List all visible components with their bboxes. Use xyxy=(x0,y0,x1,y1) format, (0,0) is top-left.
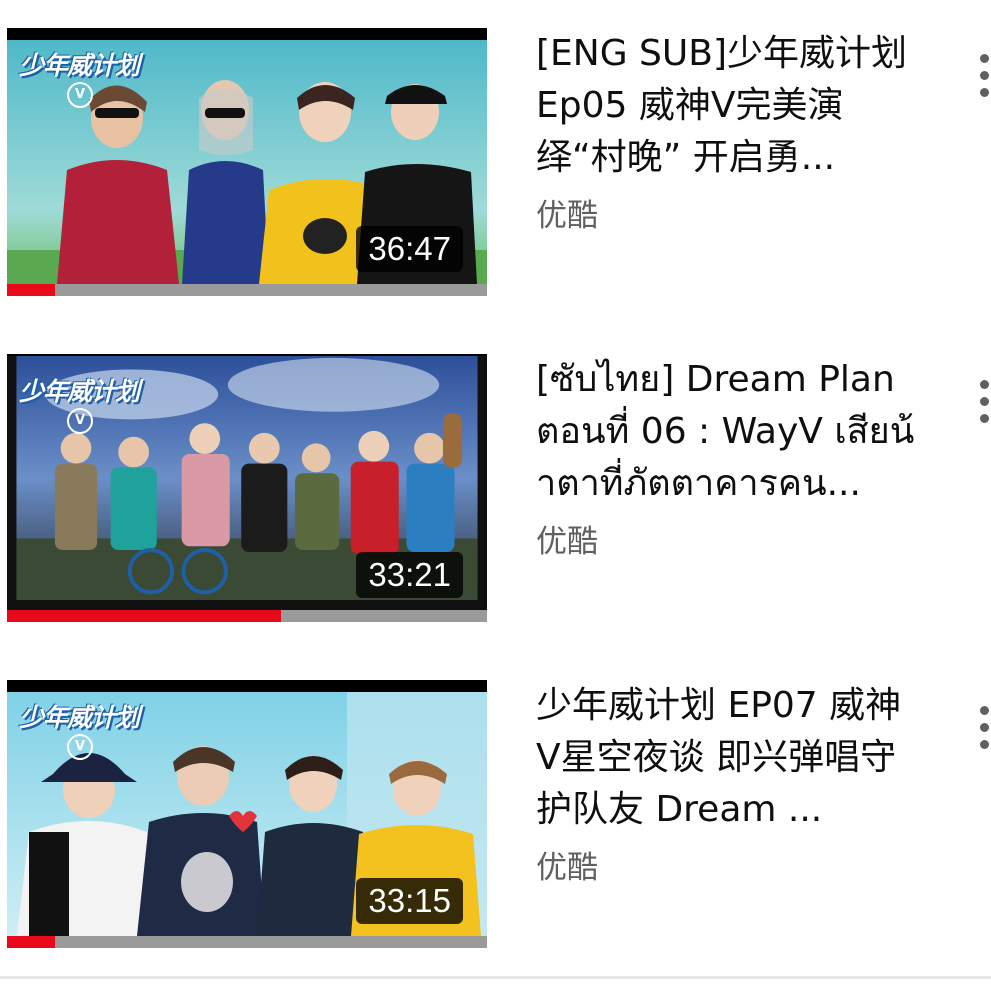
video-info[interactable]: [ซับไทย] Dream Plan ตอนที่ 06 : WayV เสี… xyxy=(536,354,916,562)
menu-dot xyxy=(980,723,989,732)
more-vert-icon[interactable] xyxy=(972,372,991,432)
video-item[interactable]: 少年威计划 V 36:47 [ENG SUB]少年威计划 Ep05 威神V完美演… xyxy=(0,28,991,328)
watch-progress-fill xyxy=(7,936,55,948)
more-vert-icon[interactable] xyxy=(972,698,991,758)
video-thumbnail[interactable]: 少年威计划 V 33:21 xyxy=(7,354,487,622)
duration-badge: 36:47 xyxy=(356,226,463,272)
menu-dot xyxy=(980,414,989,423)
video-title[interactable]: [ซับไทย] Dream Plan ตอนที่ 06 : WayV เสี… xyxy=(536,354,916,510)
video-thumbnail[interactable]: 少年威计划 V 36:47 xyxy=(7,28,487,296)
channel-name[interactable]: 优酷 xyxy=(536,196,916,236)
watch-progress-fill xyxy=(7,284,55,296)
video-item[interactable]: 少年威计划 V 33:15 少年威计划 EP07 威神V星空夜谈 即兴弹唱守护队… xyxy=(0,680,991,980)
menu-dot xyxy=(980,88,989,97)
duration-badge: 33:21 xyxy=(356,552,463,598)
watch-progress-bar xyxy=(7,610,487,622)
watch-progress-fill xyxy=(7,610,281,622)
thumbnail-top-border xyxy=(7,680,487,692)
menu-dot xyxy=(980,380,989,389)
show-logo-badge: V xyxy=(67,82,93,108)
video-info[interactable]: [ENG SUB]少年威计划 Ep05 威神V完美演绎“村晚” 开启勇... 优… xyxy=(536,28,916,236)
list-divider xyxy=(0,976,991,979)
video-item[interactable]: 少年威计划 V 33:21 [ซับไทย] Dream Plan ตอนที่… xyxy=(0,354,991,654)
thumbnail-top-border xyxy=(7,28,487,40)
show-logo-badge: V xyxy=(67,408,93,434)
duration-badge: 33:15 xyxy=(356,878,463,924)
video-title[interactable]: [ENG SUB]少年威计划 Ep05 威神V完美演绎“村晚” 开启勇... xyxy=(536,28,916,184)
video-title[interactable]: 少年威计划 EP07 威神V星空夜谈 即兴弹唱守护队友 Dream ... xyxy=(536,680,916,836)
show-logo: 少年威计划 xyxy=(19,51,140,80)
channel-name[interactable]: 优酷 xyxy=(536,522,916,562)
video-info[interactable]: 少年威计划 EP07 威神V星空夜谈 即兴弹唱守护队友 Dream ... 优酷 xyxy=(536,680,916,888)
watch-progress-bar xyxy=(7,284,487,296)
show-logo-badge: V xyxy=(67,734,93,760)
video-list: 少年威计划 V 36:47 [ENG SUB]少年威计划 Ep05 威神V完美演… xyxy=(0,0,991,991)
show-logo: 少年威计划 xyxy=(19,703,140,732)
watch-progress-bar xyxy=(7,936,487,948)
menu-dot xyxy=(980,740,989,749)
menu-dot xyxy=(980,71,989,80)
channel-name[interactable]: 优酷 xyxy=(536,848,916,888)
video-thumbnail[interactable]: 少年威计划 V 33:15 xyxy=(7,680,487,948)
menu-dot xyxy=(980,54,989,63)
menu-dot xyxy=(980,397,989,406)
more-vert-icon[interactable] xyxy=(972,46,991,106)
show-logo: 少年威计划 xyxy=(19,377,140,406)
menu-dot xyxy=(980,706,989,715)
